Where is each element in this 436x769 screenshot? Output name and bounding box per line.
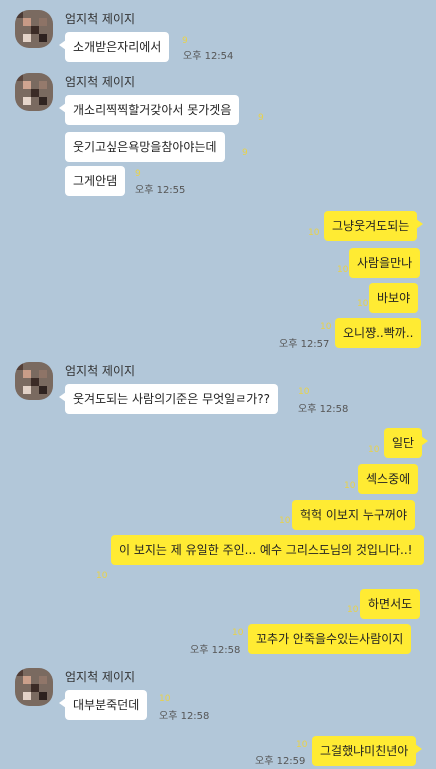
contact-name: 엄지척 제이지	[65, 75, 136, 89]
avatar[interactable]	[15, 362, 53, 400]
message-bubble[interactable]: 하면서도	[360, 589, 421, 619]
unread-count: 10	[279, 516, 291, 526]
message-bubble[interactable]: 대부분죽던데	[58, 690, 148, 720]
unread-count: 10	[368, 445, 380, 455]
avatar[interactable]	[15, 10, 53, 48]
message-bubble[interactable]: 그걸했냐미친년아	[312, 736, 423, 766]
unread-count: 10	[308, 228, 320, 238]
message-time: 오후 12:59	[255, 756, 306, 767]
unread-count: 10	[337, 265, 349, 275]
unread-count: 10	[344, 481, 356, 491]
avatar[interactable]	[15, 668, 53, 706]
avatar[interactable]	[15, 73, 53, 111]
message-bubble[interactable]: 개소리찍찍할거갖아서 못가겟음	[58, 95, 240, 125]
message-time: 오후 12:58	[159, 711, 210, 722]
unread-count: 10	[96, 571, 108, 581]
message-time: 오후 12:54	[183, 51, 234, 62]
message-time: 오후 12:58	[298, 404, 349, 415]
message-time: 오후 12:57	[279, 339, 330, 350]
unread-count: 9	[182, 36, 188, 46]
message-time: 오후 12:55	[135, 185, 186, 196]
unread-count: 10	[298, 387, 310, 397]
unread-count: 10	[357, 299, 369, 309]
message-time: 오후 12:58	[190, 645, 241, 656]
unread-count: 9	[135, 169, 141, 179]
message-bubble[interactable]: 섹스중에	[358, 464, 419, 494]
unread-count: 10	[232, 628, 244, 638]
contact-name: 엄지척 제이지	[65, 12, 136, 26]
unread-count: 10	[347, 605, 359, 615]
unread-count: 10	[296, 740, 308, 750]
message-bubble[interactable]: 헉헉 이보지 누구꺼야	[292, 500, 415, 530]
message-bubble[interactable]: 바보야	[369, 283, 419, 313]
message-bubble[interactable]: 사람을만나	[349, 248, 421, 278]
unread-count: 9	[258, 113, 264, 123]
contact-name: 엄지척 제이지	[65, 364, 136, 378]
message-bubble[interactable]: 웃기고싶은욕망을참아야는데	[65, 132, 225, 162]
message-bubble[interactable]: 그게안댐	[65, 166, 126, 196]
message-bubble[interactable]: 일단	[384, 428, 429, 458]
message-bubble[interactable]: 오니쨩..빡까..	[335, 318, 422, 348]
message-bubble[interactable]: 웃겨도되는 사람의기준은 무엇일ㄹ가??	[58, 384, 279, 414]
unread-count: 10	[159, 694, 171, 704]
message-bubble[interactable]: 그냥웃겨도되는	[324, 211, 424, 241]
message-bubble[interactable]: 소개받은자리에서	[58, 32, 170, 62]
message-bubble[interactable]: 이 보지는 제 유일한 주인... 예수 그리스도님의 것입니다..!	[111, 535, 424, 565]
unread-count: 9	[242, 148, 248, 158]
message-bubble[interactable]: 꼬추가 안죽을수있는사람이지	[248, 624, 412, 654]
contact-name: 엄지척 제이지	[65, 670, 136, 684]
unread-count: 10	[320, 322, 332, 332]
